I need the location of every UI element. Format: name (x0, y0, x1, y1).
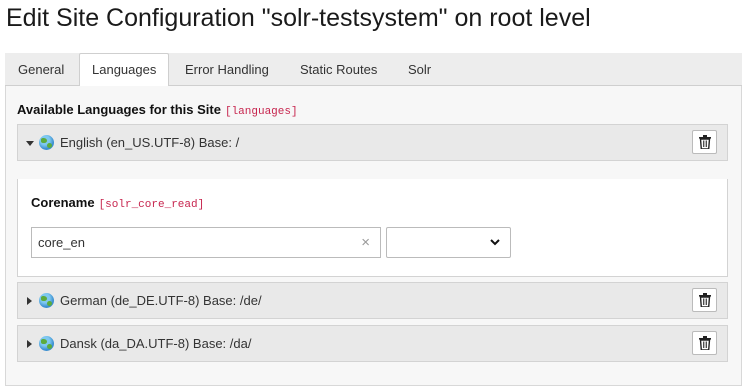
tab-solr[interactable]: Solr (395, 53, 444, 86)
language-title: German (de_DE.UTF-8) Base: /de/ (60, 293, 262, 308)
tab-languages[interactable]: Languages (79, 53, 170, 87)
delete-language-button[interactable] (692, 130, 717, 154)
trash-icon (699, 135, 711, 149)
corename-input-value: core_en (38, 235, 85, 250)
corename-label-text: Corename (31, 195, 95, 210)
chevron-right-icon[interactable] (27, 297, 32, 305)
languages-section-label: Available Languages for this Site [langua… (17, 102, 298, 118)
globe-icon (39, 135, 54, 150)
corename-select[interactable] (386, 227, 511, 258)
clear-icon[interactable]: × (361, 228, 370, 257)
corename-field-tag: [solr_core_read] (98, 199, 205, 211)
trash-icon (699, 336, 711, 350)
tab-error-handling[interactable]: Error Handling (172, 53, 282, 86)
languages-field-tag: [languages] (224, 106, 298, 118)
language-item-dansk[interactable]: Dansk (da_DA.UTF-8) Base: /da/ (17, 325, 728, 362)
language-item-english[interactable]: English (en_US.UTF-8) Base: / (17, 124, 728, 161)
tab-static-routes[interactable]: Static Routes (287, 53, 390, 86)
globe-icon (39, 293, 54, 308)
language-title: English (en_US.UTF-8) Base: / (60, 135, 240, 150)
page-title: Edit Site Configuration "solr-testsystem… (6, 4, 591, 32)
languages-label-text: Available Languages for this Site (17, 102, 221, 117)
corename-input[interactable]: core_en × (31, 227, 381, 258)
language-item-german[interactable]: German (de_DE.UTF-8) Base: /de/ (17, 282, 728, 319)
corename-label: Corename [solr_core_read] (31, 195, 204, 211)
chevron-down-icon[interactable] (26, 141, 34, 146)
tab-general[interactable]: General (5, 53, 77, 86)
language-english-panel: Corename [solr_core_read] core_en × (17, 179, 728, 277)
language-title: Dansk (da_DA.UTF-8) Base: /da/ (60, 336, 252, 351)
delete-language-button[interactable] (692, 288, 717, 312)
chevron-down-icon (490, 239, 500, 246)
globe-icon (39, 336, 54, 351)
delete-language-button[interactable] (692, 331, 717, 355)
tab-bar: General Languages Error Handling Static … (5, 53, 742, 87)
trash-icon (699, 293, 711, 307)
chevron-right-icon[interactable] (27, 340, 32, 348)
